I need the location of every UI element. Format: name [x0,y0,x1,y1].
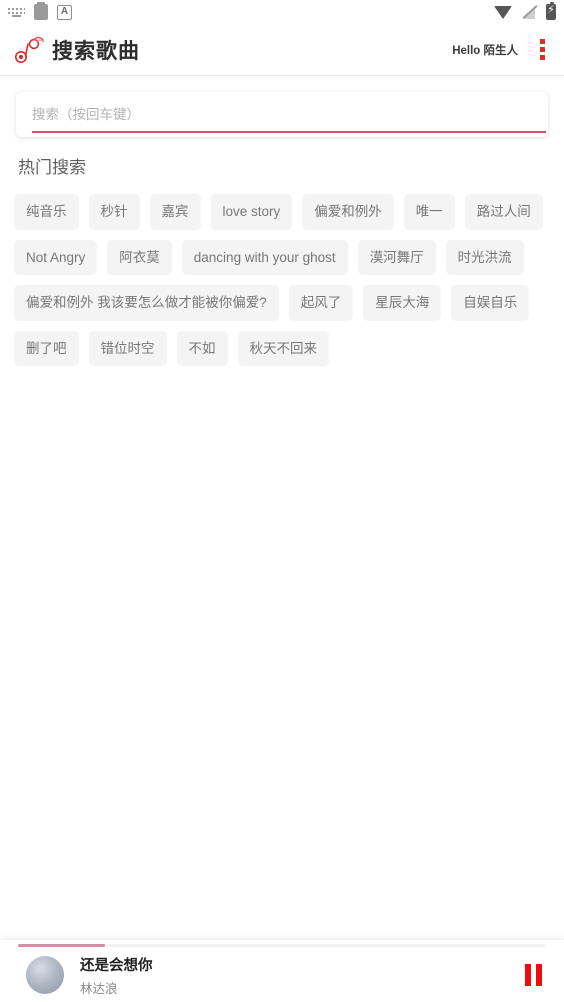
battery-charging-icon [546,2,556,20]
track-title: 还是会想你 [80,957,153,974]
keyboard-icon [8,6,25,18]
hot-search-tag[interactable]: 漠河舞厅 [357,239,436,275]
vertical-dots-icon[interactable] [534,39,550,61]
hot-search-tag[interactable]: dancing with your ghost [181,239,348,275]
search-underline [32,131,546,133]
bottom-player-bar: 还是会想你 林达浪 [0,940,564,1002]
hot-search-tag[interactable]: 唯一 [403,194,455,230]
hot-search-tag[interactable]: 星辰大海 [363,285,442,321]
hot-search-tag[interactable]: Not Angry [14,239,98,275]
status-bar-left: A [8,2,72,20]
playback-progress-fill [18,944,106,947]
dot-1 [539,39,545,44]
app-root: A 搜索歌曲 Hello 陌生人 [0,0,564,1002]
hot-search-tag[interactable]: 删了吧 [14,330,79,366]
hot-search-tag[interactable]: 偏爱和例外 [302,194,394,230]
pause-bar-left [524,964,531,986]
app-header: 搜索歌曲 Hello 陌生人 [0,24,564,76]
playback-progress-track[interactable] [18,944,546,947]
hot-search-tag[interactable]: 路过人间 [464,194,543,230]
status-bar: A [0,0,564,24]
hot-search-tag[interactable]: 秋天不回来 [237,330,329,366]
album-art[interactable] [26,956,64,994]
status-bar-right [494,2,556,20]
hot-search-tag[interactable]: 错位时空 [88,330,167,366]
player-body: 还是会想你 林达浪 [0,948,564,1002]
hot-search-tag[interactable]: 时光洪流 [445,239,524,275]
track-artist: 林达浪 [80,981,118,996]
card-icon [34,2,48,20]
hot-search-tag[interactable]: 不如 [176,330,228,366]
search-card[interactable] [16,92,548,137]
dot-2 [539,47,545,52]
hot-search-tag[interactable]: love story [210,194,293,230]
hot-search-tag[interactable]: 起风了 [288,285,354,321]
dot-3 [539,55,545,60]
pause-icon[interactable] [520,962,546,988]
hot-search-tag-list: 纯音乐 秒针 嘉宾 love story 偏爱和例外 唯一 路过人间 Not Angry 阿衣莫… [0,178,564,366]
hot-search-tag[interactable]: 纯音乐 [14,194,79,230]
hot-search-tag[interactable]: 秒针 [88,194,140,230]
music-note-logo-svg [15,36,45,63]
user-greeting[interactable]: Hello 陌生人 [452,42,518,58]
header-right: Hello 陌生人 [452,39,550,61]
letter-a-icon: A [57,4,72,20]
page-title: 搜索歌曲 [52,39,140,63]
wifi-icon [494,5,512,19]
music-note-logo-icon [10,30,50,70]
hot-search-tag[interactable]: 阿衣莫 [107,239,172,275]
hot-search-tag[interactable]: 偏爱和例外 我该要怎么做才能被你偏爱? [14,285,279,321]
hot-search-title: 热门搜索 [18,158,86,177]
signal-off-icon [522,5,536,19]
hot-search-tag[interactable]: 嘉宾 [149,194,201,230]
track-meta: 还是会想你 林达浪 [80,954,153,997]
pause-bar-right [535,964,542,986]
hot-search-tag[interactable]: 自娱自乐 [451,285,530,321]
